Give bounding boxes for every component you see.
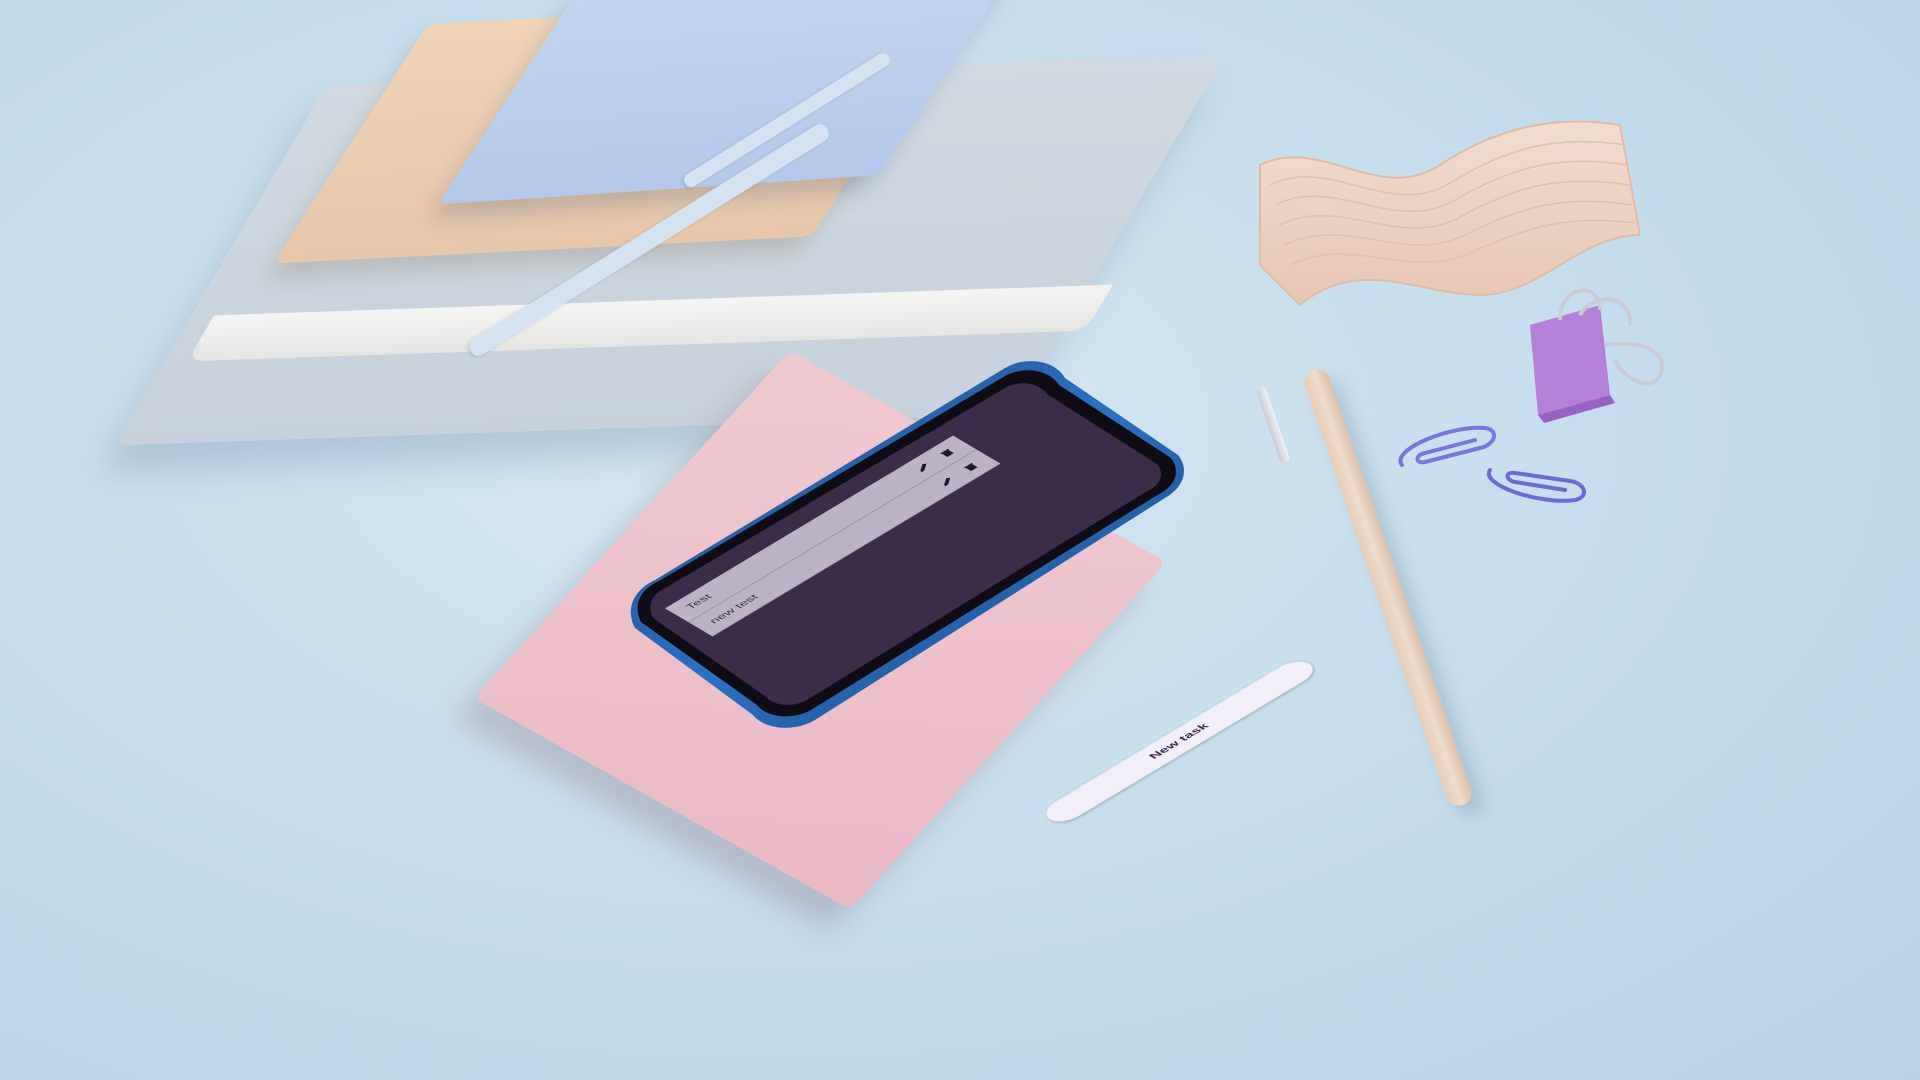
binder-clip <box>1530 288 1664 423</box>
pencil-icon[interactable] <box>936 475 957 488</box>
pencil-icon[interactable] <box>912 461 933 474</box>
desk-scene: Test new test New task <box>0 0 1920 1080</box>
trash-icon[interactable] <box>960 461 981 474</box>
paperclip <box>1486 468 1586 503</box>
new-task-button[interactable]: New task <box>1038 656 1321 827</box>
pen-clip <box>1255 385 1291 465</box>
trash-icon[interactable] <box>936 447 957 460</box>
